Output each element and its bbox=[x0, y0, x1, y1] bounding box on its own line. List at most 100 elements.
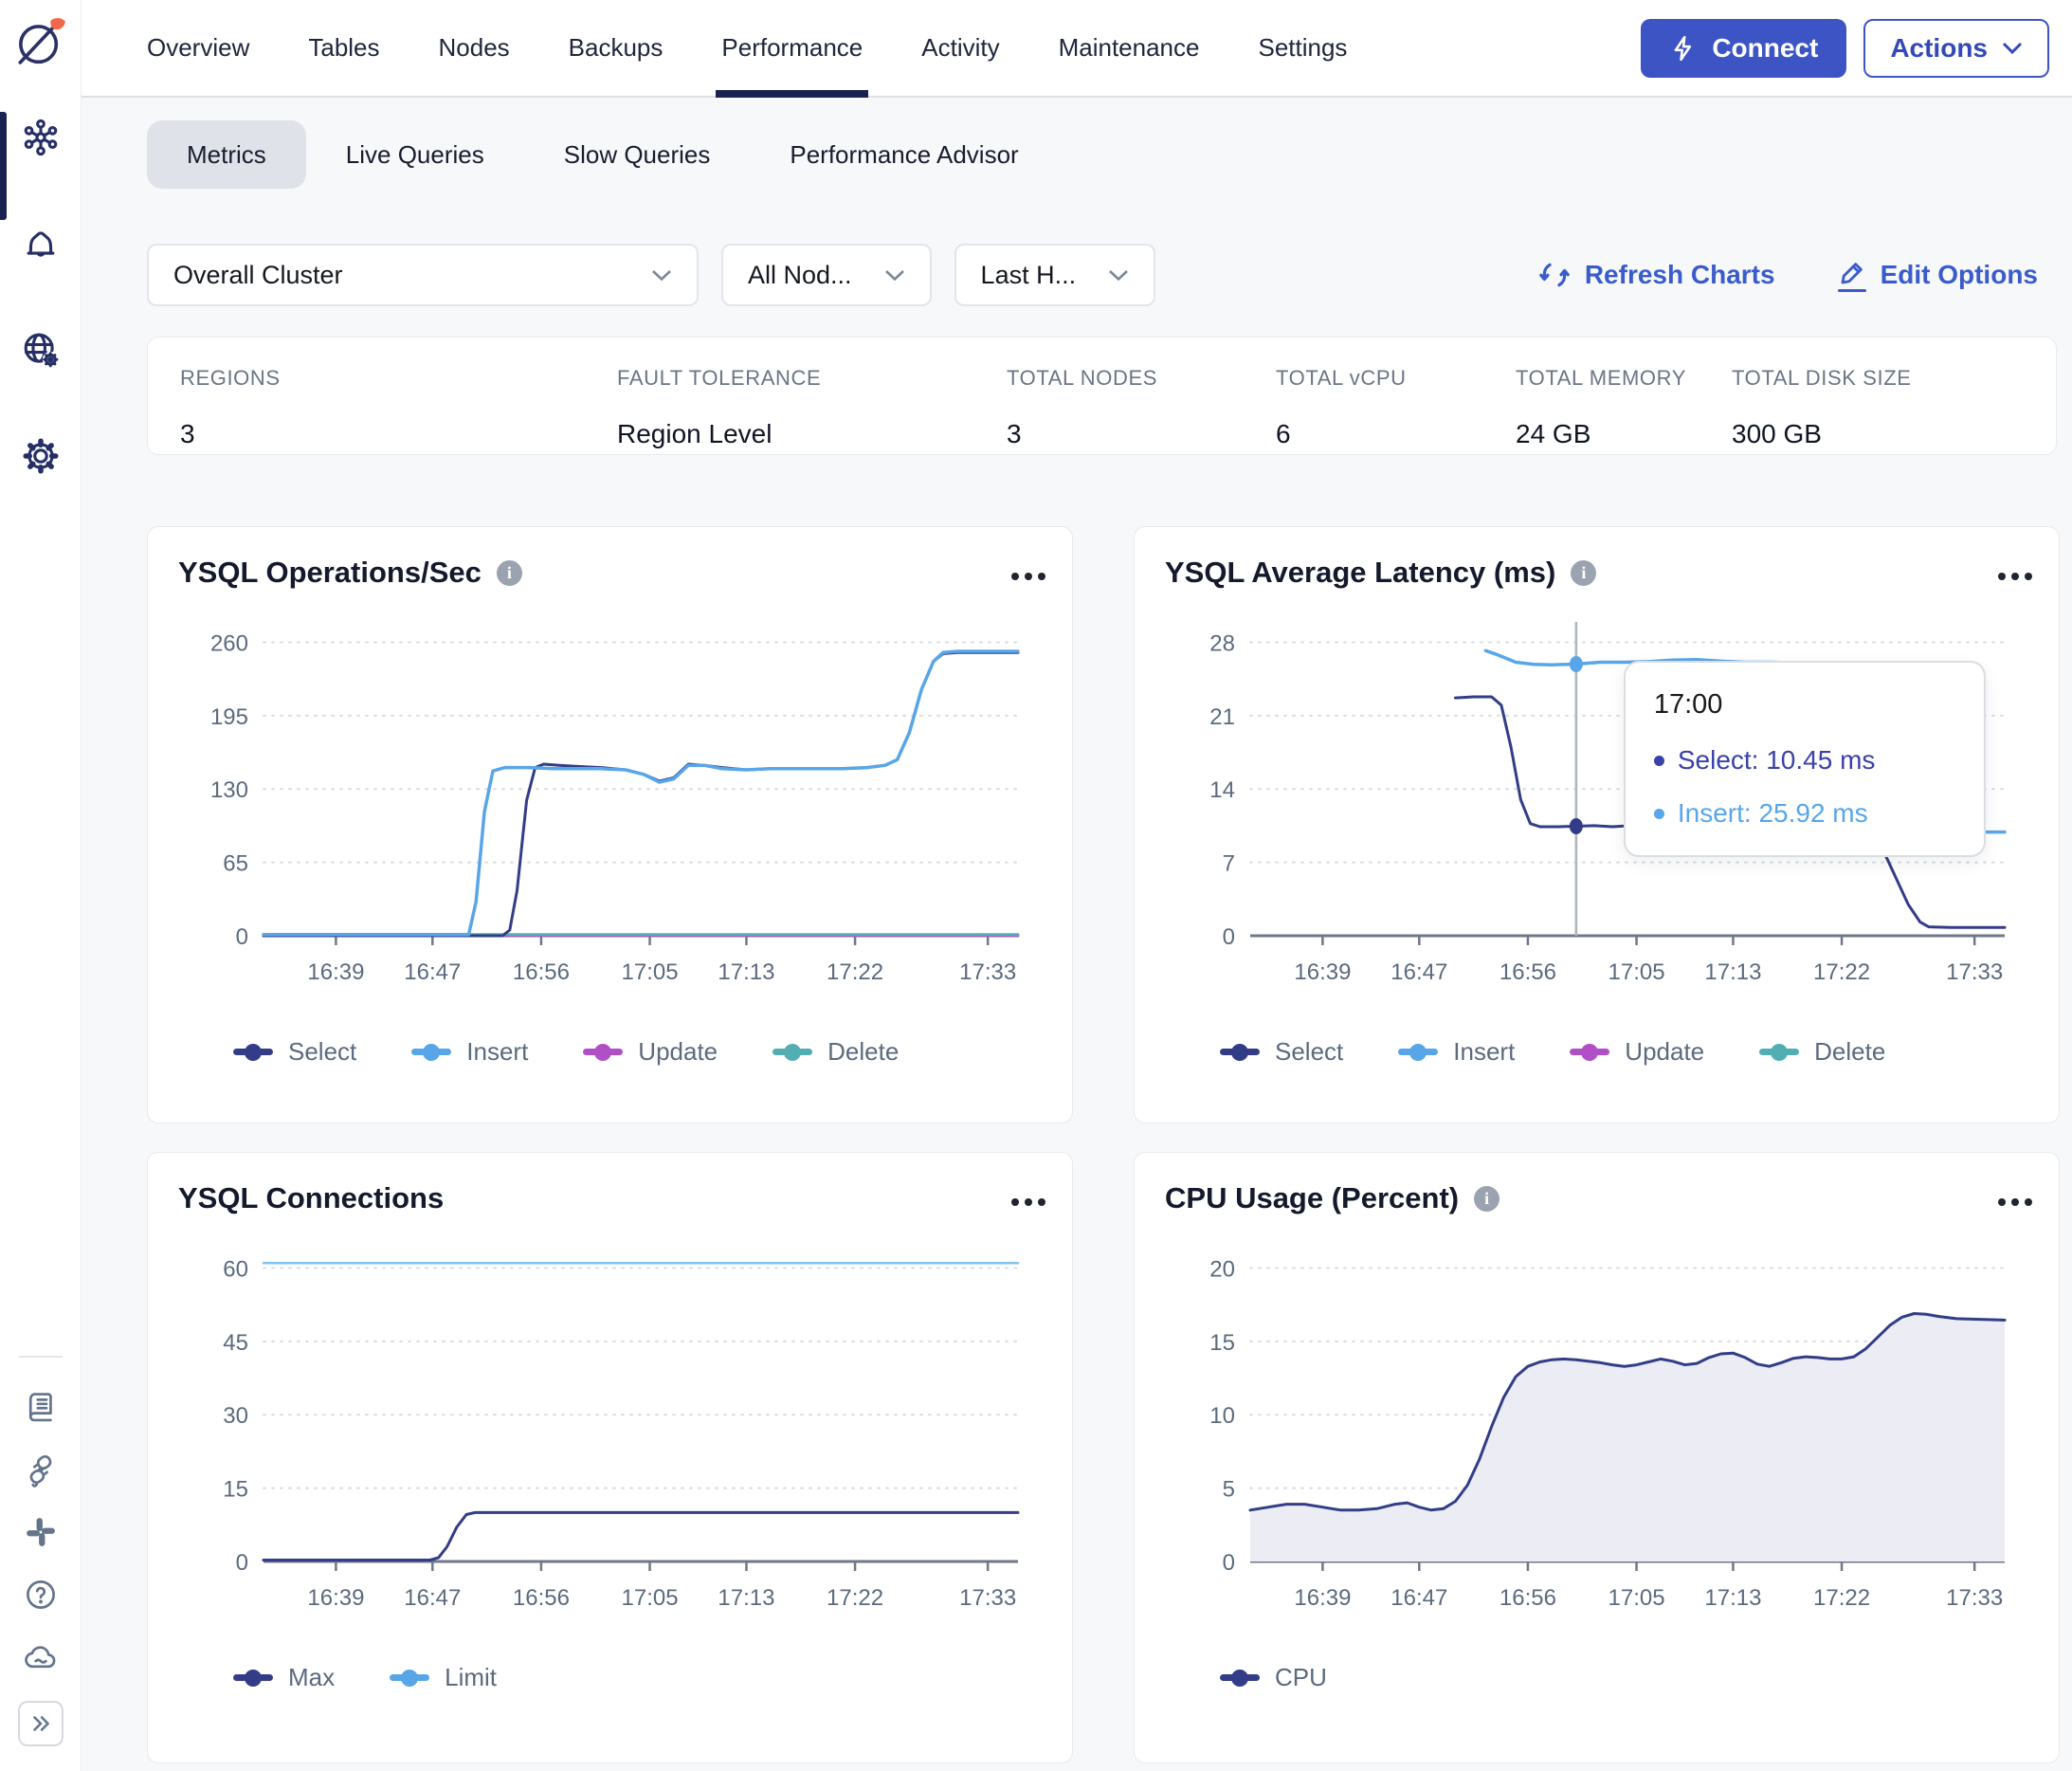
legend-marker-icon bbox=[1220, 1674, 1260, 1681]
chart-title: CPU Usage (Percent) bbox=[1165, 1181, 1500, 1215]
topbar-actions: Connect Actions bbox=[1641, 18, 2049, 78]
subtab-performance-advisor[interactable]: Performance Advisor bbox=[750, 120, 1058, 189]
slack-icon[interactable] bbox=[22, 1513, 60, 1551]
legend-marker-icon bbox=[1759, 1049, 1800, 1055]
connect-button[interactable]: Connect bbox=[1641, 18, 1847, 78]
svg-text:260: 260 bbox=[210, 630, 248, 656]
tab-tables[interactable]: Tables bbox=[308, 0, 379, 96]
tab-nodes[interactable]: Nodes bbox=[439, 0, 510, 96]
tab-settings[interactable]: Settings bbox=[1258, 0, 1347, 96]
refresh-charts-label: Refresh Charts bbox=[1584, 260, 1775, 289]
stat-total-vcpu: TOTAL vCPU 6 bbox=[1276, 366, 1516, 454]
sidebar-bottom bbox=[17, 1356, 64, 1771]
svg-text:10: 10 bbox=[1209, 1403, 1235, 1429]
chart-menu-button[interactable] bbox=[2002, 1181, 2028, 1223]
stat-label: TOTAL NODES bbox=[1007, 366, 1157, 390]
svg-text:28: 28 bbox=[1209, 630, 1235, 656]
svg-text:0: 0 bbox=[1223, 924, 1235, 950]
info-icon[interactable] bbox=[1571, 559, 1597, 586]
legend-label: CPU bbox=[1275, 1663, 1327, 1691]
svg-text:16:56: 16:56 bbox=[513, 959, 570, 985]
legend-item-update[interactable]: Update bbox=[1570, 1037, 1704, 1067]
chevron-down-icon bbox=[1109, 269, 1128, 281]
docs-book-icon[interactable] bbox=[22, 1388, 60, 1426]
subtab-live-queries[interactable]: Live Queries bbox=[306, 120, 524, 189]
chart-plot-area[interactable]: 0 65 130 195 260 16:39 16:47 16:56 17:05 17:13 17:… bbox=[178, 609, 1042, 1016]
legend-label: Update bbox=[638, 1037, 718, 1066]
chart-menu-button[interactable] bbox=[2002, 556, 2028, 597]
tab-maintenance[interactable]: Maintenance bbox=[1059, 0, 1200, 96]
svg-text:60: 60 bbox=[223, 1256, 248, 1282]
info-icon[interactable] bbox=[1474, 1185, 1500, 1212]
svg-text:15: 15 bbox=[1209, 1330, 1235, 1356]
svg-text:16:56: 16:56 bbox=[513, 1585, 570, 1611]
svg-text:0: 0 bbox=[1223, 1550, 1235, 1576]
refresh-charts-link[interactable]: Refresh Charts bbox=[1538, 259, 1775, 291]
legend-item-insert[interactable]: Insert bbox=[411, 1037, 528, 1067]
sidebar-active-indicator bbox=[0, 112, 7, 220]
chart-plot-area[interactable]: 0 15 30 45 60 16:39 16:47 16:56 17:05 17:13 17:22 1… bbox=[178, 1234, 1042, 1642]
lightning-icon bbox=[1674, 35, 1692, 61]
cluster-stats-panel: REGIONS 3 FAULT TOLERANCE Region Level TOTAL… bbox=[147, 337, 2057, 455]
yugabyte-logo[interactable] bbox=[13, 13, 68, 73]
svg-text:17:33: 17:33 bbox=[1946, 959, 2003, 985]
legend-label: Delete bbox=[827, 1037, 900, 1066]
legend-item-select[interactable]: Select bbox=[1220, 1037, 1343, 1067]
svg-text:45: 45 bbox=[223, 1330, 248, 1356]
nodes-select-dropdown[interactable]: All Nod... bbox=[721, 244, 932, 306]
legend-marker-icon bbox=[1398, 1049, 1439, 1055]
legend-item-limit[interactable]: Limit bbox=[390, 1663, 497, 1692]
cluster-select-dropdown[interactable]: Overall Cluster bbox=[147, 244, 699, 306]
svg-text:0: 0 bbox=[236, 924, 248, 950]
chart-menu-button[interactable] bbox=[1015, 556, 1042, 597]
actions-button-label: Actions bbox=[1890, 32, 1988, 63]
sidebar-expand-button[interactable] bbox=[17, 1701, 64, 1746]
stat-total-disk-size: TOTAL DISK SIZE 300 GB bbox=[1732, 366, 1912, 454]
connect-button-label: Connect bbox=[1712, 32, 1819, 63]
tab-overview[interactable]: Overview bbox=[147, 0, 249, 96]
legend-label: Delete bbox=[1814, 1037, 1886, 1066]
svg-text:17:13: 17:13 bbox=[1704, 1585, 1761, 1611]
svg-text:17:22: 17:22 bbox=[827, 1585, 883, 1611]
tab-activity[interactable]: Activity bbox=[921, 0, 999, 96]
legend-label: Max bbox=[288, 1663, 336, 1691]
chart-menu-button[interactable] bbox=[1015, 1181, 1042, 1223]
clusters-icon[interactable] bbox=[20, 117, 62, 158]
chevron-down-icon bbox=[2002, 42, 2023, 54]
legend-item-insert[interactable]: Insert bbox=[1398, 1037, 1515, 1067]
edit-options-link[interactable]: Edit Options bbox=[1837, 259, 2038, 292]
svg-text:17:13: 17:13 bbox=[718, 959, 774, 985]
tooltip-entry: Insert: 25.92 ms bbox=[1653, 798, 1955, 829]
subtab-slow-queries[interactable]: Slow Queries bbox=[524, 120, 751, 189]
actions-button[interactable]: Actions bbox=[1863, 18, 2049, 78]
subtab-metrics[interactable]: Metrics bbox=[147, 120, 306, 189]
help-question-icon[interactable] bbox=[22, 1576, 60, 1614]
time-range-dropdown[interactable]: Last H... bbox=[954, 244, 1156, 306]
notifications-bell-icon[interactable] bbox=[20, 223, 62, 265]
legend-item-delete[interactable]: Delete bbox=[772, 1037, 899, 1067]
card-header: YSQL Connections bbox=[178, 1181, 1042, 1223]
legend-item-update[interactable]: Update bbox=[583, 1037, 718, 1067]
refresh-icon bbox=[1539, 263, 1570, 287]
stat-value: 3 bbox=[1007, 419, 1022, 448]
legend-item-max[interactable]: Max bbox=[233, 1663, 335, 1692]
card-header: CPU Usage (Percent) bbox=[1165, 1181, 2028, 1223]
info-icon[interactable] bbox=[496, 559, 522, 586]
svg-text:17:22: 17:22 bbox=[1813, 1585, 1870, 1611]
integrations-plug-icon[interactable] bbox=[22, 1451, 60, 1488]
settings-gear-icon[interactable] bbox=[20, 435, 62, 477]
chart-plot-area[interactable]: 0 7 14 21 28 16:39 16:47 16:56 17:05 17:13 17:22 17… bbox=[1165, 609, 2028, 1016]
legend-item-cpu[interactable]: CPU bbox=[1220, 1663, 1327, 1692]
legend-label: Update bbox=[1625, 1037, 1705, 1066]
chart-plot-area[interactable]: 0 5 10 15 20 16:39 16:47 16:56 17:05 17:13 17:22 17… bbox=[1165, 1234, 2028, 1642]
tab-backups[interactable]: Backups bbox=[569, 0, 663, 96]
legend-label: Select bbox=[288, 1037, 357, 1066]
cloud-status-icon[interactable] bbox=[22, 1638, 60, 1676]
network-globe-gear-icon[interactable] bbox=[20, 329, 62, 371]
svg-text:16:47: 16:47 bbox=[1390, 959, 1447, 985]
legend-item-select[interactable]: Select bbox=[233, 1037, 356, 1067]
chart-title: YSQL Connections bbox=[178, 1181, 445, 1214]
legend-item-delete[interactable]: Delete bbox=[1759, 1037, 1885, 1067]
tab-performance[interactable]: Performance bbox=[716, 0, 869, 98]
tooltip-time: 17:00 bbox=[1653, 689, 1723, 720]
